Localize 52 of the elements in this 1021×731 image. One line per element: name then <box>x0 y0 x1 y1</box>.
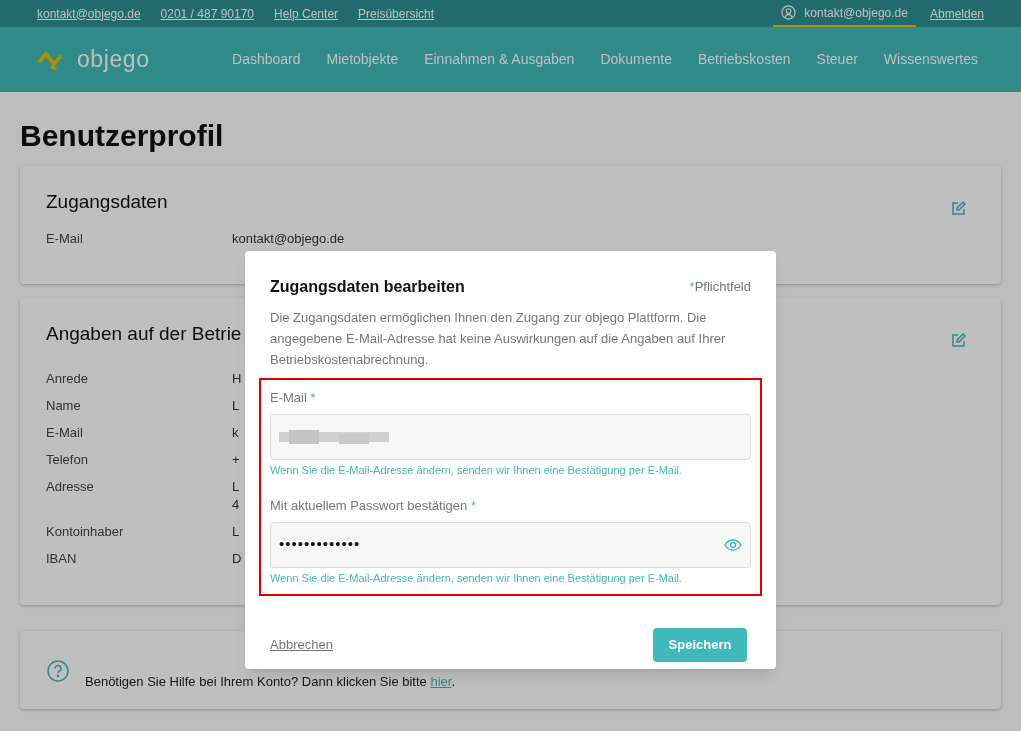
card-title: Zugangsdaten <box>46 190 168 214</box>
nav-item[interactable]: Dashboard <box>232 49 301 70</box>
edit-icon[interactable] <box>951 332 967 348</box>
field-hint: Wenn Sie die E-Mail-Adresse ändern, senden wir Ihnen eine Bestätigung per E-Mail. <box>270 462 683 478</box>
nav-item[interactable]: Mietobjekte <box>326 49 399 70</box>
field-label: E-Mail <box>46 230 84 248</box>
field-label: Name <box>46 397 82 415</box>
top-link[interactable]: Preisübersicht <box>358 4 435 23</box>
eye-icon[interactable] <box>724 538 742 551</box>
required-note: *Pflichtfeld <box>689 278 751 297</box>
nav-item[interactable]: Betriebskosten <box>698 49 791 70</box>
field-label: Mit aktuellem Passwort bestätigen * <box>270 497 477 515</box>
help-text: Benötigen Sie Hilfe bei Ihrem Konto? Dann klicken Sie bitte hier. <box>85 673 456 691</box>
cancel-link[interactable]: Abbrechen <box>270 635 333 655</box>
card-title: Angaben auf der Betrie <box>46 322 242 346</box>
top-link[interactable]: 0201 / 487 90170 <box>160 4 254 23</box>
help-link[interactable]: hier <box>430 674 452 689</box>
field-value: L <box>232 478 240 496</box>
field-label: E-Mail * <box>270 389 317 407</box>
field-label: Telefon <box>46 451 89 469</box>
dialog-title: Zugangsdaten bearbeiten <box>270 277 465 297</box>
dialog-description: Die Zugangsdaten ermöglichen Ihnen den Zugang zur objego Plattform. Die angegebene E-Mail-Adresse hat keine Auswirkungen auf die Angaben auf Ihrer Betriebskostenabrechnung. <box>270 309 727 369</box>
nav-item[interactable]: Dokumente <box>600 49 672 70</box>
field-value: L <box>232 523 240 541</box>
user-icon <box>781 5 797 20</box>
field-label: E-Mail <box>46 424 84 442</box>
field-value: 4 <box>232 496 240 514</box>
password-field[interactable]: ••••••••••••• <box>270 521 751 568</box>
nav-item[interactable]: Steuer <box>816 49 858 70</box>
logo-text[interactable]: objego <box>77 42 150 77</box>
field-value: k <box>232 424 239 442</box>
field-value: L <box>232 397 240 415</box>
field-hint: Wenn Sie die E-Mail-Adresse ändern, senden wir Ihnen eine Bestätigung per E-Mail. <box>270 570 683 586</box>
field-label: Adresse <box>46 478 95 496</box>
edit-icon[interactable] <box>951 200 967 216</box>
email-field[interactable] <box>270 413 751 460</box>
field-label: Anrede <box>46 370 89 388</box>
nav-item[interactable]: Wissenswertes <box>883 49 978 70</box>
password-input[interactable]: ••••••••••••• <box>279 533 724 556</box>
field-value: + <box>232 451 240 469</box>
field-label: Kontoinhaber <box>46 523 125 541</box>
top-link[interactable]: kontakt@objego.de <box>37 4 141 23</box>
field-label: IBAN <box>46 550 78 568</box>
field-value: kontakt@objego.de <box>232 230 345 248</box>
save-button[interactable]: Speichern <box>653 628 747 662</box>
field-value: D <box>232 550 242 568</box>
field-value: H <box>232 370 242 388</box>
logout-link[interactable]: Abmelden <box>929 4 984 23</box>
nav-item[interactable]: Einnahmen & Ausgaben <box>424 49 575 70</box>
page-title: Benutzerprofil <box>20 118 225 154</box>
top-link[interactable]: Help Center <box>274 4 339 23</box>
help-icon <box>47 660 69 682</box>
